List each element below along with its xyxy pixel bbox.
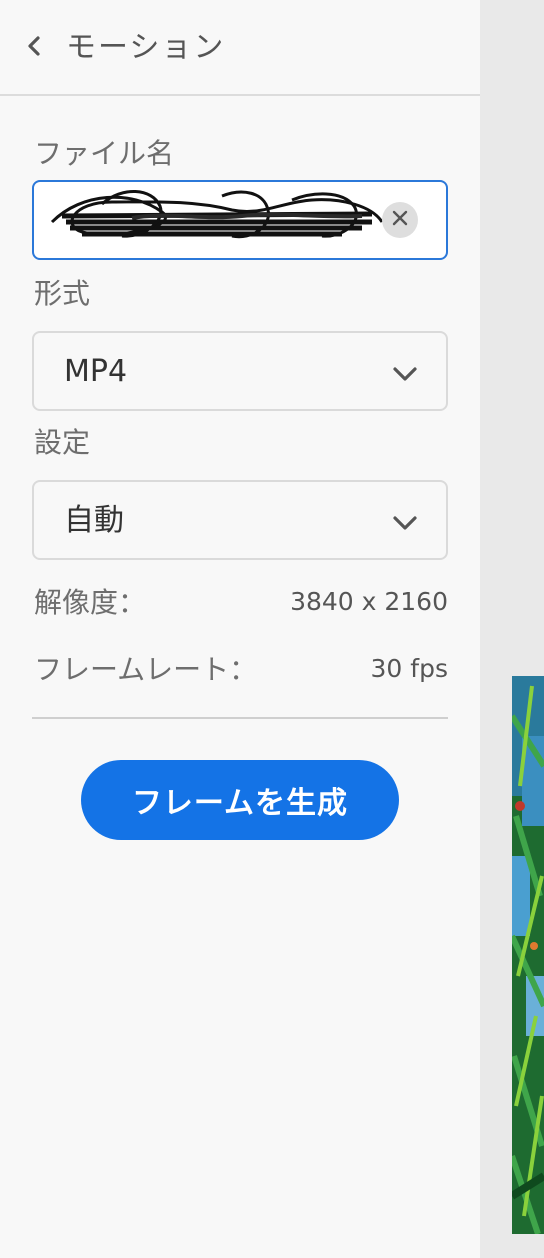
settings-value: 自動: [64, 503, 124, 538]
redaction-scribble: [50, 190, 384, 239]
clear-button[interactable]: [382, 202, 418, 238]
format-select[interactable]: MP4: [32, 331, 448, 411]
format-value: MP4: [64, 354, 128, 389]
generate-frames-button[interactable]: フレームを生成: [81, 760, 399, 840]
page-title: モーション: [66, 30, 226, 65]
motion-panel: モーション ファイル名 形式 MP4 設定 自動 解像度： 3840 x 216…: [0, 0, 480, 1258]
close-icon: [392, 210, 408, 230]
chevron-left-icon: [24, 34, 44, 62]
settings-label: 設定: [34, 426, 91, 459]
resolution-value: 3840 x 2160: [290, 586, 448, 616]
framerate-label: フレームレート：: [34, 653, 258, 686]
filename-input[interactable]: [32, 180, 448, 260]
chevron-down-icon: [390, 359, 420, 389]
panel-header: モーション: [0, 0, 480, 96]
framerate-value: 30 fps: [370, 653, 448, 683]
back-button[interactable]: [14, 28, 54, 68]
resolution-label: 解像度：: [34, 586, 147, 619]
format-label: 形式: [34, 277, 91, 310]
divider: [32, 717, 448, 719]
chevron-down-icon: [390, 508, 420, 538]
framerate-row: フレームレート： 30 fps: [34, 648, 448, 688]
resolution-row: 解像度： 3840 x 2160: [34, 581, 448, 621]
filename-label: ファイル名: [34, 137, 175, 170]
settings-select[interactable]: 自動: [32, 480, 448, 560]
preview-image: [512, 676, 544, 1234]
